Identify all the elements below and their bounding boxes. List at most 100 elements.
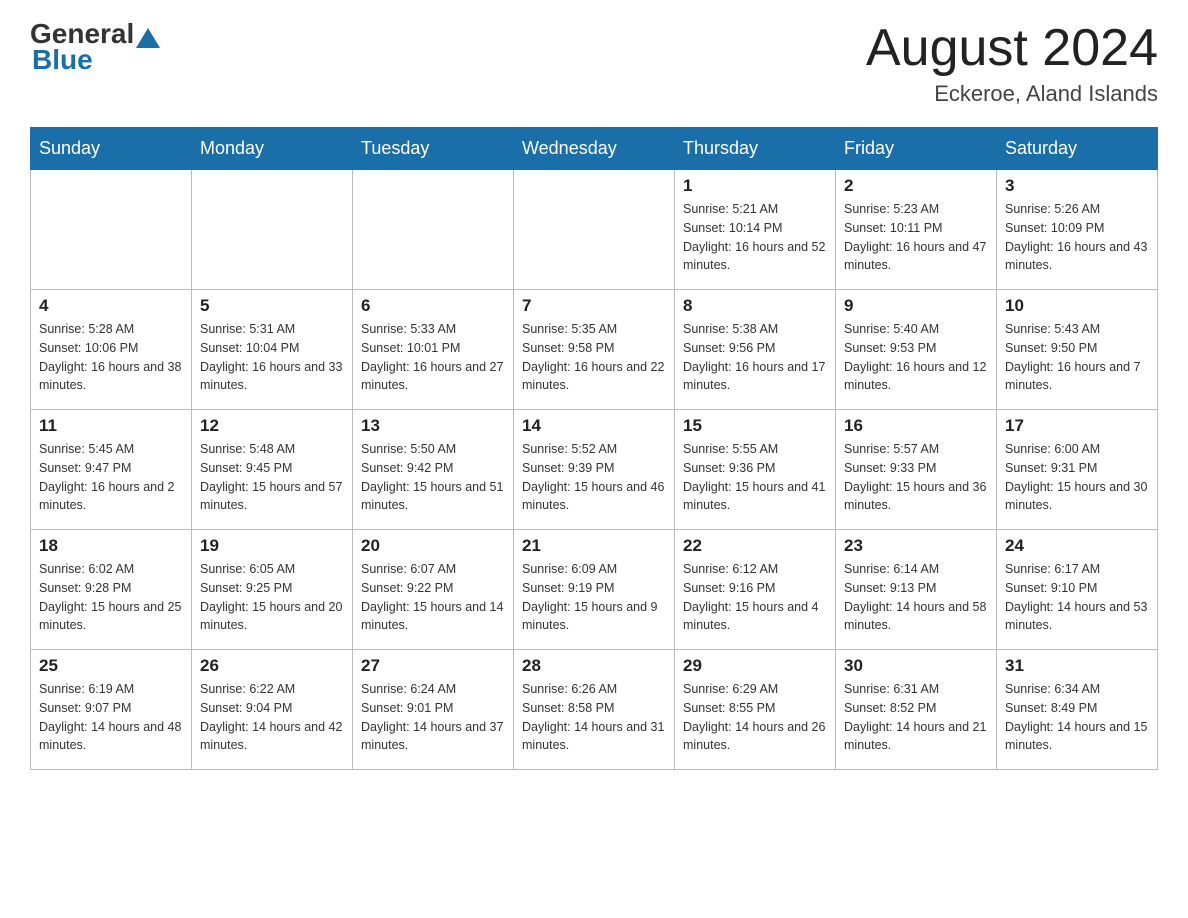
day-info: Sunrise: 5:55 AMSunset: 9:36 PMDaylight:… xyxy=(683,440,827,515)
day-number: 24 xyxy=(1005,536,1149,556)
day-number: 12 xyxy=(200,416,344,436)
day-info: Sunrise: 6:26 AMSunset: 8:58 PMDaylight:… xyxy=(522,680,666,755)
calendar-day-cell: 26 Sunrise: 6:22 AMSunset: 9:04 PMDayligh… xyxy=(192,650,353,770)
calendar-day-cell: 21Sunrise: 6:09 AMSunset: 9:19 PMDayligh… xyxy=(514,530,675,650)
calendar-day-cell: 5 Sunrise: 5:31 AMSunset: 10:04 PMDayligh… xyxy=(192,290,353,410)
day-number: 29 xyxy=(683,656,827,676)
day-info: Sunrise: 5:40 AMSunset: 9:53 PMDaylight:… xyxy=(844,320,988,395)
calendar-day-cell xyxy=(353,170,514,290)
logo-triangle-icon xyxy=(136,28,160,48)
calendar-day-cell: 16Sunrise: 5:57 AMSunset: 9:33 PMDayligh… xyxy=(836,410,997,530)
day-info: Sunrise: 5:57 AMSunset: 9:33 PMDaylight:… xyxy=(844,440,988,515)
calendar-day-cell: 12 Sunrise: 5:48 AMSunset: 9:45 PMDayligh… xyxy=(192,410,353,530)
day-number: 13 xyxy=(361,416,505,436)
page-header: General Blue August 2024 Eckeroe, Aland … xyxy=(30,20,1158,107)
day-number: 19 xyxy=(200,536,344,556)
calendar-week-row: 1 Sunrise: 5:21 AMSunset: 10:14 PMDayligh… xyxy=(31,170,1158,290)
day-info: Sunrise: 5:45 AMSunset: 9:47 PMDaylight:… xyxy=(39,440,183,515)
day-number: 7 xyxy=(522,296,666,316)
day-info: Sunrise: 5:26 AMSunset: 10:09 PMDaylight… xyxy=(1005,200,1149,275)
day-number: 6 xyxy=(361,296,505,316)
calendar-day-cell: 10 Sunrise: 5:43 AMSunset: 9:50 PMDayligh… xyxy=(997,290,1158,410)
day-number: 25 xyxy=(39,656,183,676)
calendar-day-cell: 1 Sunrise: 5:21 AMSunset: 10:14 PMDayligh… xyxy=(675,170,836,290)
calendar-table: SundayMondayTuesdayWednesdayThursdayFrid… xyxy=(30,127,1158,770)
day-of-week-header: Saturday xyxy=(997,128,1158,170)
calendar-day-cell: 2Sunrise: 5:23 AMSunset: 10:11 PMDayligh… xyxy=(836,170,997,290)
day-info: Sunrise: 6:29 AMSunset: 8:55 PMDaylight:… xyxy=(683,680,827,755)
day-info: Sunrise: 6:02 AMSunset: 9:28 PMDaylight:… xyxy=(39,560,183,635)
day-info: Sunrise: 6:24 AMSunset: 9:01 PMDaylight:… xyxy=(361,680,505,755)
calendar-week-row: 25 Sunrise: 6:19 AMSunset: 9:07 PMDayligh… xyxy=(31,650,1158,770)
day-number: 5 xyxy=(200,296,344,316)
calendar-day-cell: 27 Sunrise: 6:24 AMSunset: 9:01 PMDayligh… xyxy=(353,650,514,770)
day-info: Sunrise: 6:12 AMSunset: 9:16 PMDaylight:… xyxy=(683,560,827,635)
day-number: 27 xyxy=(361,656,505,676)
title-section: August 2024 Eckeroe, Aland Islands xyxy=(866,20,1158,107)
day-number: 10 xyxy=(1005,296,1149,316)
day-number: 4 xyxy=(39,296,183,316)
calendar-day-cell: 11 Sunrise: 5:45 AMSunset: 9:47 PMDayligh… xyxy=(31,410,192,530)
day-of-week-header: Wednesday xyxy=(514,128,675,170)
day-number: 15 xyxy=(683,416,827,436)
day-number: 2 xyxy=(844,176,988,196)
day-info: Sunrise: 6:31 AMSunset: 8:52 PMDaylight:… xyxy=(844,680,988,755)
calendar-day-cell xyxy=(514,170,675,290)
calendar-day-cell: 19Sunrise: 6:05 AMSunset: 9:25 PMDayligh… xyxy=(192,530,353,650)
day-of-week-header: Thursday xyxy=(675,128,836,170)
calendar-day-cell: 3 Sunrise: 5:26 AMSunset: 10:09 PMDayligh… xyxy=(997,170,1158,290)
calendar-day-cell: 15 Sunrise: 5:55 AMSunset: 9:36 PMDayligh… xyxy=(675,410,836,530)
calendar-day-cell: 9 Sunrise: 5:40 AMSunset: 9:53 PMDaylight… xyxy=(836,290,997,410)
day-info: Sunrise: 5:43 AMSunset: 9:50 PMDaylight:… xyxy=(1005,320,1149,395)
calendar-week-row: 11 Sunrise: 5:45 AMSunset: 9:47 PMDayligh… xyxy=(31,410,1158,530)
day-info: Sunrise: 6:34 AMSunset: 8:49 PMDaylight:… xyxy=(1005,680,1149,755)
calendar-day-cell: 14 Sunrise: 5:52 AMSunset: 9:39 PMDayligh… xyxy=(514,410,675,530)
calendar-day-cell xyxy=(31,170,192,290)
calendar-day-cell: 25 Sunrise: 6:19 AMSunset: 9:07 PMDayligh… xyxy=(31,650,192,770)
day-number: 14 xyxy=(522,416,666,436)
calendar-day-cell: 8 Sunrise: 5:38 AMSunset: 9:56 PMDaylight… xyxy=(675,290,836,410)
day-number: 21 xyxy=(522,536,666,556)
calendar-week-row: 4 Sunrise: 5:28 AMSunset: 10:06 PMDayligh… xyxy=(31,290,1158,410)
day-info: Sunrise: 5:33 AMSunset: 10:01 PMDaylight… xyxy=(361,320,505,395)
day-info: Sunrise: 5:38 AMSunset: 9:56 PMDaylight:… xyxy=(683,320,827,395)
day-info: Sunrise: 5:52 AMSunset: 9:39 PMDaylight:… xyxy=(522,440,666,515)
day-info: Sunrise: 5:35 AMSunset: 9:58 PMDaylight:… xyxy=(522,320,666,395)
day-number: 9 xyxy=(844,296,988,316)
calendar-week-row: 18Sunrise: 6:02 AMSunset: 9:28 PMDayligh… xyxy=(31,530,1158,650)
calendar-day-cell: 13Sunrise: 5:50 AMSunset: 9:42 PMDayligh… xyxy=(353,410,514,530)
day-number: 26 xyxy=(200,656,344,676)
calendar-day-cell: 17 Sunrise: 6:00 AMSunset: 9:31 PMDayligh… xyxy=(997,410,1158,530)
day-number: 28 xyxy=(522,656,666,676)
calendar-day-cell: 22Sunrise: 6:12 AMSunset: 9:16 PMDayligh… xyxy=(675,530,836,650)
day-number: 17 xyxy=(1005,416,1149,436)
day-info: Sunrise: 6:00 AMSunset: 9:31 PMDaylight:… xyxy=(1005,440,1149,515)
day-info: Sunrise: 5:31 AMSunset: 10:04 PMDaylight… xyxy=(200,320,344,395)
day-info: Sunrise: 5:21 AMSunset: 10:14 PMDaylight… xyxy=(683,200,827,275)
day-number: 23 xyxy=(844,536,988,556)
calendar-day-cell: 7 Sunrise: 5:35 AMSunset: 9:58 PMDaylight… xyxy=(514,290,675,410)
day-info: Sunrise: 6:19 AMSunset: 9:07 PMDaylight:… xyxy=(39,680,183,755)
day-number: 11 xyxy=(39,416,183,436)
day-number: 8 xyxy=(683,296,827,316)
calendar-day-cell xyxy=(192,170,353,290)
day-of-week-header: Friday xyxy=(836,128,997,170)
logo: General Blue xyxy=(30,20,162,76)
calendar-day-cell: 31 Sunrise: 6:34 AMSunset: 8:49 PMDayligh… xyxy=(997,650,1158,770)
day-number: 1 xyxy=(683,176,827,196)
day-number: 3 xyxy=(1005,176,1149,196)
day-of-week-header: Tuesday xyxy=(353,128,514,170)
calendar-day-cell: 30Sunrise: 6:31 AMSunset: 8:52 PMDayligh… xyxy=(836,650,997,770)
day-info: Sunrise: 6:17 AMSunset: 9:10 PMDaylight:… xyxy=(1005,560,1149,635)
day-number: 31 xyxy=(1005,656,1149,676)
logo-blue: Blue xyxy=(30,44,93,76)
main-title: August 2024 xyxy=(866,20,1158,77)
calendar-day-cell: 18Sunrise: 6:02 AMSunset: 9:28 PMDayligh… xyxy=(31,530,192,650)
day-info: Sunrise: 5:48 AMSunset: 9:45 PMDaylight:… xyxy=(200,440,344,515)
calendar-day-cell: 28 Sunrise: 6:26 AMSunset: 8:58 PMDayligh… xyxy=(514,650,675,770)
day-info: Sunrise: 6:22 AMSunset: 9:04 PMDaylight:… xyxy=(200,680,344,755)
day-number: 20 xyxy=(361,536,505,556)
day-info: Sunrise: 5:28 AMSunset: 10:06 PMDaylight… xyxy=(39,320,183,395)
calendar-day-cell: 20Sunrise: 6:07 AMSunset: 9:22 PMDayligh… xyxy=(353,530,514,650)
calendar-day-cell: 24 Sunrise: 6:17 AMSunset: 9:10 PMDayligh… xyxy=(997,530,1158,650)
